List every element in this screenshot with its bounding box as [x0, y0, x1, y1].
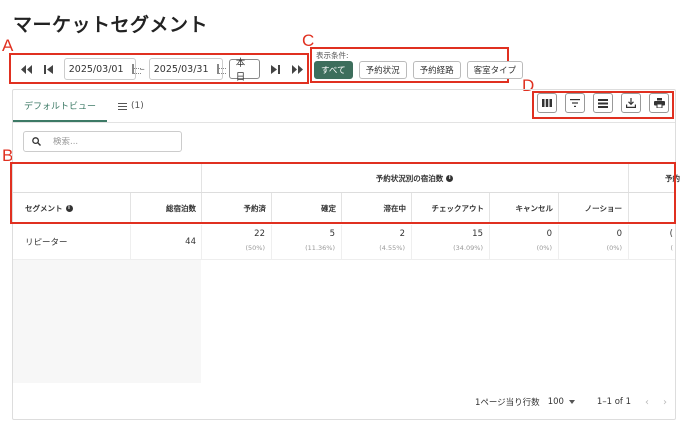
- checked-out-cell: 15 (34.09%): [411, 225, 489, 260]
- pagination: 1ページ当り行数 100 1–1 of 1 ‹ ›: [475, 392, 667, 412]
- list-count: (1): [131, 101, 144, 111]
- empty-sticky-area: [13, 260, 201, 383]
- end-date-value: 2025/03/31: [153, 63, 209, 75]
- no-show-cell: 0 (0%): [558, 225, 628, 260]
- reserved-value: 22: [254, 229, 265, 239]
- confirmed-percent: (11.36%): [305, 244, 335, 252]
- density-icon[interactable]: [593, 93, 613, 113]
- filter-icon[interactable]: [565, 93, 585, 113]
- first-page-icon[interactable]: [17, 59, 35, 79]
- total-nights-value: 44: [185, 237, 196, 247]
- page-title: マーケットセグメント: [13, 14, 209, 36]
- filter-chip-all[interactable]: すべて: [314, 61, 353, 79]
- tab-default-view[interactable]: デフォルトビュー: [13, 90, 108, 122]
- filter-chip-booking-channel[interactable]: 予約経路: [412, 61, 461, 79]
- rows-per-page-label: 1ページ当り行数: [474, 398, 540, 408]
- search-icon: [32, 137, 41, 146]
- start-date-value: 2025/03/01: [68, 63, 124, 75]
- staying-value: 2: [399, 229, 405, 239]
- no-show-percent: (0%): [606, 244, 622, 252]
- date-navigation: 2025/03/01 – 2025/03/31 本日: [11, 55, 307, 83]
- cut-off-cell: ( (: [628, 225, 675, 260]
- reserved-cell: 22 (50%): [201, 225, 271, 260]
- columns-icon[interactable]: [537, 93, 557, 113]
- reserved-percent: (50%): [245, 244, 265, 252]
- cut-off-percent: (: [670, 244, 673, 252]
- filter-chip-room-type[interactable]: 客室タイプ: [466, 61, 524, 79]
- no-show-value: 0: [616, 229, 622, 239]
- rows-per-page-select[interactable]: 100: [548, 397, 575, 407]
- end-date-field[interactable]: 2025/03/31: [148, 58, 226, 80]
- search-input[interactable]: [53, 136, 163, 147]
- previous-period-icon[interactable]: [39, 59, 57, 79]
- next-period-icon[interactable]: [266, 59, 284, 79]
- today-button[interactable]: 本日: [228, 58, 261, 83]
- confirmed-cell: 5 (11.36%): [271, 225, 341, 260]
- last-page-icon[interactable]: [289, 59, 307, 79]
- cancelled-cell: 0 (0%): [489, 225, 558, 260]
- search-box[interactable]: [23, 131, 182, 152]
- cancelled-percent: (0%): [536, 244, 552, 252]
- filter-chip-group: すべて 予約状況 予約経路 客室タイプ: [314, 61, 524, 79]
- next-page-icon[interactable]: ›: [663, 397, 667, 408]
- filter-chip-booking-status[interactable]: 予約状況: [358, 61, 407, 79]
- page-range: 1–1 of 1: [596, 397, 631, 407]
- previous-page-icon[interactable]: ‹: [645, 397, 649, 408]
- view-tabs: デフォルトビュー (1): [13, 90, 155, 122]
- filter-label: 表示条件:: [316, 51, 349, 60]
- tab-divider: [13, 122, 675, 123]
- staying-percent: (4.55%): [379, 244, 405, 252]
- checked-out-percent: (34.09%): [453, 244, 483, 252]
- confirmed-value: 5: [329, 229, 335, 239]
- start-date-field[interactable]: 2025/03/01: [63, 58, 141, 80]
- annotation-box-b: [10, 162, 676, 224]
- calendar-icon[interactable]: [216, 64, 226, 74]
- chevron-down-icon: [568, 400, 575, 404]
- list-icon: [118, 102, 128, 110]
- table-row[interactable]: リピーター 44 22 (50%) 5 (11.36%) 2 (4.55%) 1…: [13, 225, 675, 260]
- calendar-icon[interactable]: [131, 64, 141, 74]
- cancelled-value: 0: [546, 229, 552, 239]
- download-icon[interactable]: [621, 93, 641, 113]
- segment-name: リピーター: [25, 238, 68, 248]
- print-icon[interactable]: [649, 93, 669, 113]
- report-card: デフォルトビュー (1) 予約状況別の宿泊数: [12, 89, 680, 420]
- tab-list-view[interactable]: (1): [107, 90, 155, 122]
- checked-out-value: 15: [472, 229, 483, 239]
- table-toolbar: [537, 93, 669, 113]
- cut-off-value: (: [669, 229, 673, 239]
- staying-cell: 2 (4.55%): [341, 225, 411, 260]
- rows-per-page-value: 100: [547, 397, 564, 407]
